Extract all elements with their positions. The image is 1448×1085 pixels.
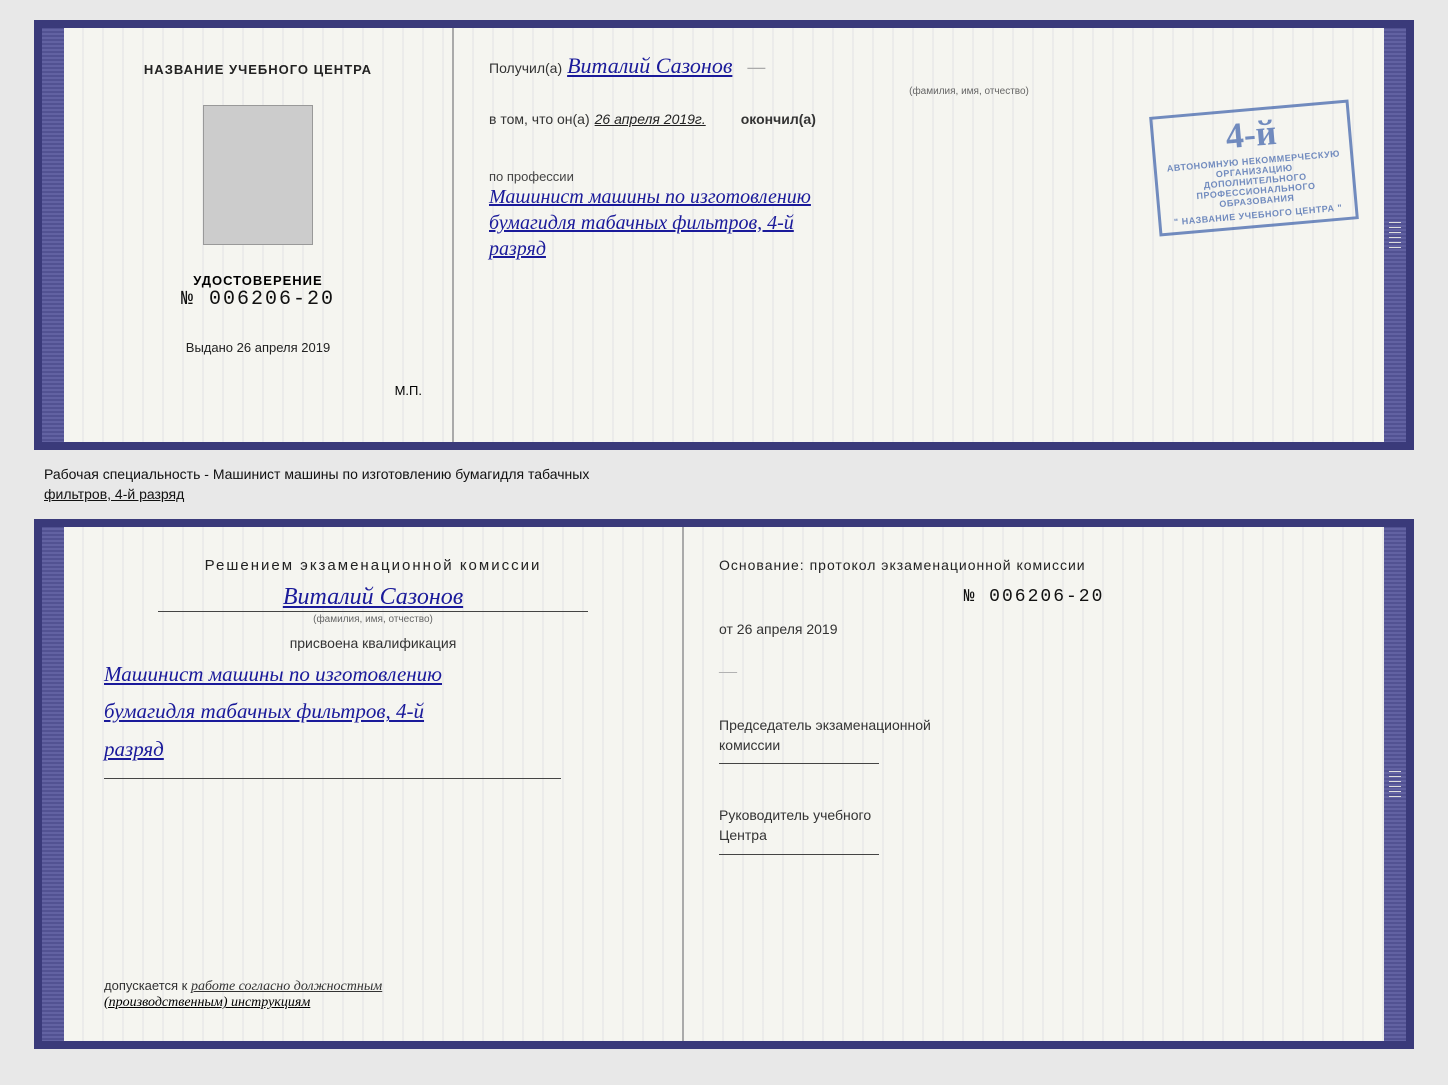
received-prefix: Получил(а) [489, 60, 562, 76]
certify-prefix: в том, что он(а) [489, 111, 590, 127]
stamp-big-text: 4-й [1224, 114, 1278, 154]
cert-number-value: № 006206-20 [181, 288, 335, 311]
protocol-date-value: 26 апреля 2019 [737, 621, 838, 637]
spine-right [1384, 28, 1406, 442]
qualification-value-2: бумагидля табачных фильтров, 4-й [104, 698, 642, 725]
mp-label: М.П. [395, 383, 422, 398]
recipient-subtitle: (фамилия, имя, отчество) [909, 86, 1029, 97]
qualification-value-1: Машинист машины по изготовлению [104, 661, 642, 688]
top-certificate: НАЗВАНИЕ УЧЕБНОГО ЦЕНТРА УДОСТОВЕРЕНИЕ №… [34, 20, 1414, 450]
decision-title: Решением экзаменационной комиссии [104, 557, 642, 574]
protocol-date: от 26 апреля 2019 [719, 621, 1349, 637]
person-subtitle: (фамилия, имя, отчество) [104, 614, 642, 625]
recipient-line: Получил(а) Виталий Сазонов — [489, 53, 1349, 79]
chairman-label-1: Председатель экзаменационной [719, 717, 931, 733]
issued-date: 26 апреля 2019 [237, 340, 331, 355]
admission-prefix: допускается к [104, 978, 187, 993]
director-label-1: Руководитель учебного [719, 807, 871, 823]
protocol-number: № 006206-20 [719, 587, 1349, 607]
basis-label: Основание: протокол экзаменационной коми… [719, 557, 1349, 573]
bottom-certificate: Решением экзаменационной комиссии Витали… [34, 519, 1414, 1049]
qualification-label: присвоена квалификация [104, 635, 642, 651]
label-text-1: Рабочая специальность - Машинист машины … [44, 466, 589, 482]
label-between: Рабочая специальность - Машинист машины … [34, 460, 1414, 509]
cert-number-label: УДОСТОВЕРЕНИЕ [181, 273, 335, 288]
chairman-label: Председатель экзаменационной комиссии [719, 716, 1349, 755]
protocol-date-prefix: от [719, 621, 733, 637]
director-sig-line [719, 854, 879, 855]
profession-name-3: разряд [489, 236, 1349, 262]
certify-suffix: окончил(а) [741, 111, 816, 127]
chairman-sig-line [719, 763, 879, 764]
cert-left-panel: НАЗВАНИЕ УЧЕБНОГО ЦЕНТРА УДОСТОВЕРЕНИЕ №… [64, 28, 454, 442]
cert-number-block: УДОСТОВЕРЕНИЕ № 006206-20 [181, 273, 335, 311]
spine-bottom-left [42, 527, 64, 1041]
admission-value-2: (производственным) инструкциям [104, 995, 642, 1011]
cert-bottom-left-panel: Решением экзаменационной комиссии Витали… [64, 527, 684, 1041]
photo-placeholder [203, 105, 313, 245]
admission-value: работе согласно должностным [191, 979, 382, 994]
person-name: Виталий Сазонов [104, 584, 642, 611]
qualification-value-3: разряд [104, 736, 642, 763]
director-label: Руководитель учебного Центра [719, 806, 1349, 845]
stamp-overlay: 4-й АВТОНОМНУЮ НЕКОММЕРЧЕСКУЮ ОРГАНИЗАЦИ… [1149, 100, 1359, 237]
chairman-label-2: комиссии [719, 737, 780, 753]
cert-right-panel: Получил(а) Виталий Сазонов — (фамилия, и… [454, 28, 1384, 442]
admission-text: допускается к работе согласно должностны… [104, 978, 642, 995]
director-label-2: Центра [719, 827, 767, 843]
issued-label: Выдано [186, 340, 233, 355]
spine-bottom-right [1384, 527, 1406, 1041]
label-text-2: фильтров, 4-й разряд [44, 486, 184, 502]
cert-bottom-right-panel: Основание: протокол экзаменационной коми… [684, 527, 1384, 1041]
recipient-name: Виталий Сазонов [567, 53, 732, 79]
certify-date: 26 апреля 2019г. [595, 111, 706, 127]
cert-title: НАЗВАНИЕ УЧЕБНОГО ЦЕНТРА [144, 62, 372, 77]
cert-issued-block: Выдано 26 апреля 2019 [186, 340, 330, 355]
spine-left [42, 28, 64, 442]
